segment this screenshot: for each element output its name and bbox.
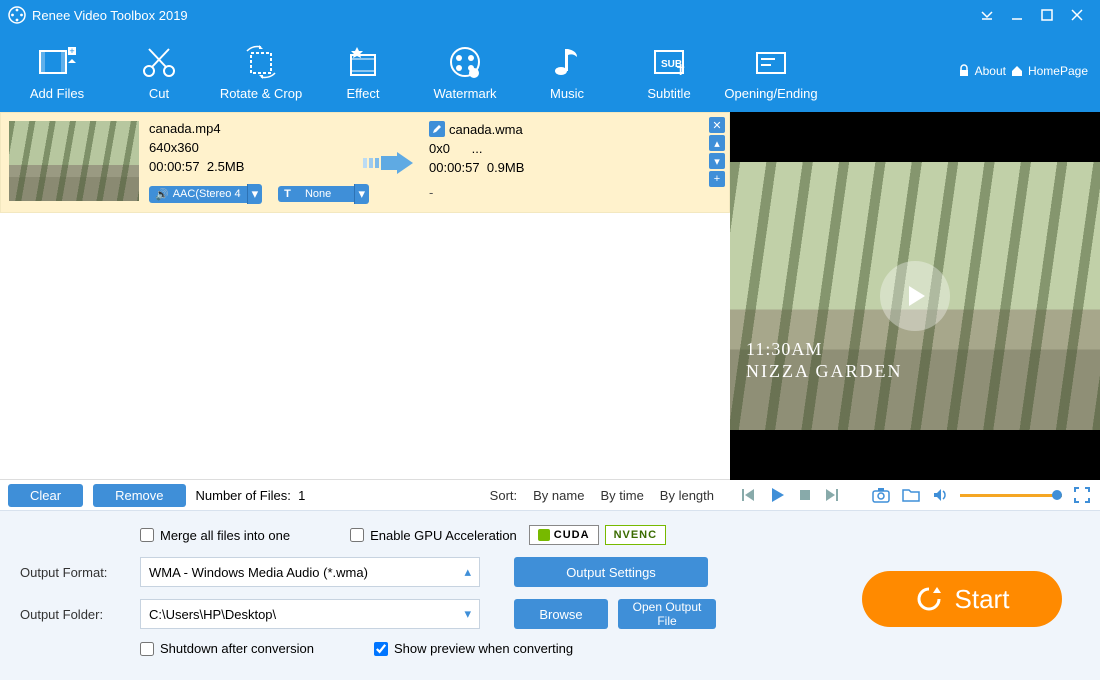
item-down-icon[interactable]: ▾ <box>709 153 725 169</box>
scissors-icon <box>139 42 179 82</box>
audio-track-select[interactable]: 🔊AAC(Stereo 4 ▾ <box>149 184 262 204</box>
add-files-button[interactable]: + Add Files <box>6 30 108 112</box>
file-thumbnail <box>9 121 139 201</box>
chevron-down-icon: ▾ <box>464 606 471 622</box>
output-res: 0x0 ... <box>429 141 629 156</box>
open-folder-button[interactable] <box>902 487 920 503</box>
show-preview-checkbox[interactable]: Show preview when converting <box>374 641 573 656</box>
music-button[interactable]: Music <box>516 30 618 112</box>
tool-label: Watermark <box>433 86 496 101</box>
preview-play-button[interactable] <box>880 261 950 331</box>
minimize-icon[interactable] <box>1002 0 1032 30</box>
file-list: canada.mp4 640x360 00:00:57 2.5MB 🔊AAC(S… <box>0 112 730 480</box>
output-name: canada.wma <box>449 122 523 137</box>
format-label: Output Format: <box>20 565 130 580</box>
main-toolbar: + Add Files Cut Rotate & Crop Effect Wat… <box>0 30 1100 112</box>
chevron-down-icon[interactable]: ▾ <box>247 184 263 204</box>
player-controls <box>730 480 1100 510</box>
opening-ending-button[interactable]: Opening/Ending <box>720 30 822 112</box>
sort-by-length[interactable]: By length <box>660 488 714 503</box>
about-link[interactable]: About <box>957 64 1006 78</box>
prev-button[interactable] <box>740 487 756 503</box>
preview-title-overlay: NIZZA GARDEN <box>746 361 903 382</box>
tool-label: Subtitle <box>647 86 690 101</box>
watermark-button[interactable]: Watermark <box>414 30 516 112</box>
clear-button[interactable]: Clear <box>8 484 83 507</box>
output-dur-size: 00:00:57 0.9MB <box>429 160 629 175</box>
snapshot-button[interactable] <box>872 487 890 503</box>
chevron-up-icon: ▴ <box>464 564 471 580</box>
sparkle-film-icon <box>343 42 383 82</box>
tool-label: Rotate & Crop <box>220 86 302 101</box>
opening-ending-icon <box>751 42 791 82</box>
home-icon <box>1010 64 1024 78</box>
effect-button[interactable]: Effect <box>312 30 414 112</box>
tool-label: Music <box>550 86 584 101</box>
maximize-icon[interactable] <box>1032 0 1062 30</box>
cut-button[interactable]: Cut <box>108 30 210 112</box>
tool-label: Opening/Ending <box>724 86 817 101</box>
item-close-icon[interactable]: ✕ <box>709 117 725 133</box>
volume-slider[interactable] <box>960 494 1062 497</box>
play-button[interactable] <box>768 486 786 504</box>
lock-icon <box>957 64 971 78</box>
sort-label: Sort: <box>490 488 517 503</box>
preview-time-overlay: 11:30AM <box>746 339 822 360</box>
rotate-crop-icon <box>241 42 281 82</box>
source-dur-size: 00:00:57 2.5MB <box>149 159 349 174</box>
film-add-icon: + <box>36 42 78 82</box>
merge-checkbox[interactable]: Merge all files into one <box>140 528 290 543</box>
tool-label: Cut <box>149 86 169 101</box>
music-note-icon <box>547 42 587 82</box>
nvenc-badge: NVENC <box>605 525 667 545</box>
source-name: canada.mp4 <box>149 121 349 136</box>
shutdown-checkbox[interactable]: Shutdown after conversion <box>140 641 314 656</box>
edit-output-icon[interactable] <box>429 121 445 137</box>
file-count-label: Number of Files: 1 <box>196 488 306 503</box>
item-up-icon[interactable]: ▴ <box>709 135 725 151</box>
open-output-file-button[interactable]: Open Output File <box>618 599 716 629</box>
sort-by-time[interactable]: By time <box>600 488 643 503</box>
output-format-select[interactable]: WMA - Windows Media Audio (*.wma) ▴ <box>140 557 480 587</box>
subtitle-icon: SUBT <box>649 42 689 82</box>
output-settings-button[interactable]: Output Settings <box>514 557 708 587</box>
remove-button[interactable]: Remove <box>93 484 185 507</box>
dropdown-window-icon[interactable] <box>972 0 1002 30</box>
output-panel: Merge all files into one Enable GPU Acce… <box>0 510 1100 680</box>
browse-button[interactable]: Browse <box>514 599 608 629</box>
start-button[interactable]: Start <box>862 571 1062 627</box>
tool-label: Add Files <box>30 86 84 101</box>
svg-text:+: + <box>69 46 74 56</box>
gpu-checkbox[interactable]: Enable GPU Acceleration <box>350 528 517 543</box>
output-folder-select[interactable]: C:\Users\HP\Desktop\ ▾ <box>140 599 480 629</box>
rotate-crop-button[interactable]: Rotate & Crop <box>210 30 312 112</box>
watermark-icon <box>445 42 485 82</box>
cuda-badge: CUDA <box>529 525 599 545</box>
item-add-icon[interactable]: + <box>709 171 725 187</box>
refresh-icon <box>915 585 943 613</box>
folder-label: Output Folder: <box>20 607 130 622</box>
subtitle-track-select[interactable]: T None ▾ <box>278 184 369 204</box>
svg-text:T: T <box>677 64 685 78</box>
preview-panel: 11:30AM NIZZA GARDEN <box>730 112 1100 480</box>
file-item[interactable]: canada.mp4 640x360 00:00:57 2.5MB 🔊AAC(S… <box>0 112 730 213</box>
app-logo-icon <box>8 6 26 24</box>
close-icon[interactable] <box>1062 0 1092 30</box>
window-title: Renee Video Toolbox 2019 <box>32 8 188 23</box>
convert-arrow-icon <box>359 121 419 204</box>
speaker-icon: 🔊 <box>155 188 169 201</box>
output-dash: - <box>429 185 433 200</box>
tool-label: Effect <box>346 86 379 101</box>
volume-button[interactable] <box>932 487 948 503</box>
subtitle-button[interactable]: SUBT Subtitle <box>618 30 720 112</box>
fullscreen-button[interactable] <box>1074 487 1090 503</box>
next-button[interactable] <box>824 487 840 503</box>
sort-by-name[interactable]: By name <box>533 488 584 503</box>
titlebar: Renee Video Toolbox 2019 <box>0 0 1100 30</box>
homepage-link[interactable]: HomePage <box>1010 64 1088 78</box>
source-resolution: 640x360 <box>149 140 349 155</box>
stop-button[interactable] <box>798 488 812 502</box>
